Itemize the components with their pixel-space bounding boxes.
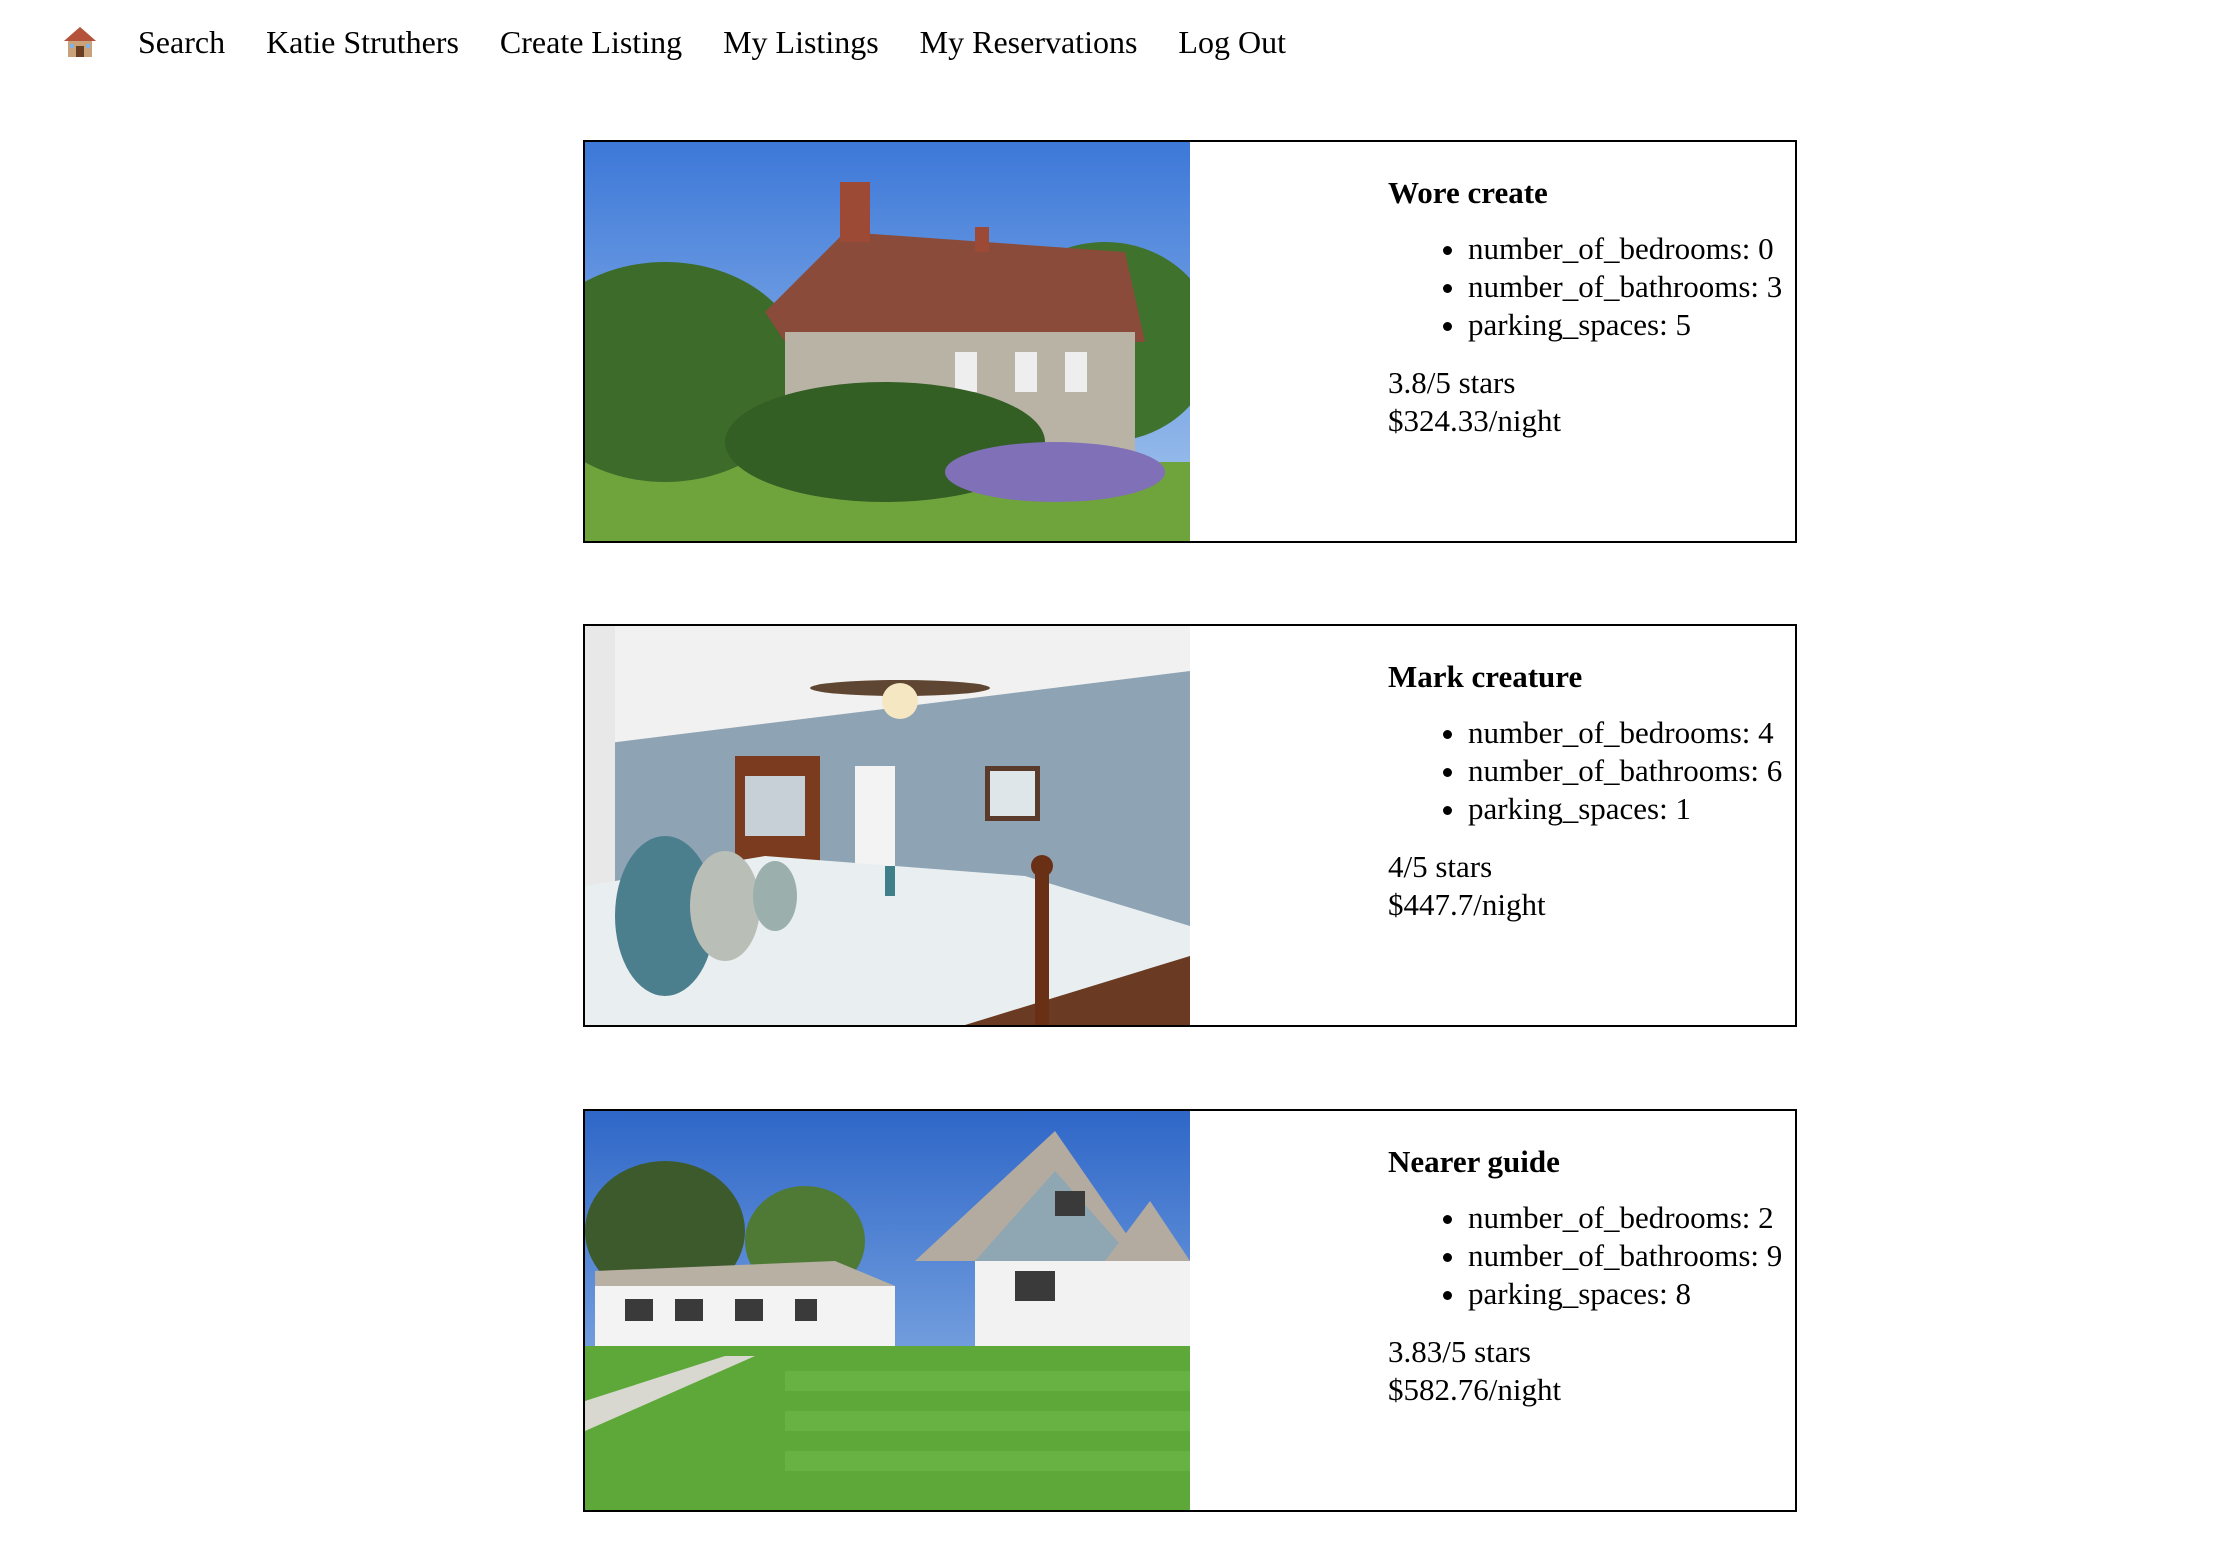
nav-logout-link[interactable]: Log Out [1178,18,1286,66]
bedroom-photo[interactable] [585,626,1190,1025]
listing-price: $324.33/night [1388,403,1562,438]
listing-price: $447.7/night [1388,887,1546,922]
listing-rating: 4/5 stars [1388,849,1493,884]
nav-create-listing-link[interactable]: Create Listing [500,18,682,66]
listing-attributes: number_of_bedrooms: 4 number_of_bathroom… [1388,714,1782,828]
parking-item: parking_spaces: 8 [1468,1275,1782,1313]
listing-card[interactable]: Nearer guide number_of_bedrooms: 2 numbe… [583,1109,1797,1512]
bathrooms-item: number_of_bathrooms: 9 [1468,1237,1782,1275]
bedrooms-item: number_of_bedrooms: 4 [1468,714,1782,752]
bathrooms-item: number_of_bathrooms: 3 [1468,268,1782,306]
listing-info: Nearer guide number_of_bedrooms: 2 numbe… [1388,1143,1782,1409]
parking-item: parking_spaces: 5 [1468,306,1782,344]
bedrooms-item: number_of_bedrooms: 2 [1468,1199,1782,1237]
listing-attributes: number_of_bedrooms: 2 number_of_bathroom… [1388,1199,1782,1313]
nav-user-link[interactable]: Katie Struthers [266,18,459,66]
modern-house-photo[interactable] [585,1111,1190,1510]
house-icon[interactable] [62,24,98,60]
listing-info: Wore create number_of_bedrooms: 0 number… [1388,174,1782,440]
listing-title[interactable]: Nearer guide [1388,1143,1782,1181]
nav-my-listings-link[interactable]: My Listings [723,18,879,66]
listing-price: $582.76/night [1388,1372,1562,1407]
listing-rating: 3.83/5 stars [1388,1334,1531,1369]
listing-title[interactable]: Mark creature [1388,658,1782,696]
listing-card[interactable]: Mark creature number_of_bedrooms: 4 numb… [583,624,1797,1027]
listing-attributes: number_of_bedrooms: 0 number_of_bathroom… [1388,230,1782,344]
parking-item: parking_spaces: 1 [1468,790,1782,828]
bathrooms-item: number_of_bathrooms: 6 [1468,752,1782,790]
nav-my-reservations-link[interactable]: My Reservations [920,18,1138,66]
bedrooms-item: number_of_bedrooms: 0 [1468,230,1782,268]
cottage-photo[interactable] [585,142,1190,541]
top-nav: Search Katie Struthers Create Listing My… [62,18,1327,66]
listing-info: Mark creature number_of_bedrooms: 4 numb… [1388,658,1782,924]
listing-card[interactable]: Wore create number_of_bedrooms: 0 number… [583,140,1797,543]
listing-rating: 3.8/5 stars [1388,365,1516,400]
listing-title[interactable]: Wore create [1388,174,1782,212]
nav-search-link[interactable]: Search [138,18,225,66]
